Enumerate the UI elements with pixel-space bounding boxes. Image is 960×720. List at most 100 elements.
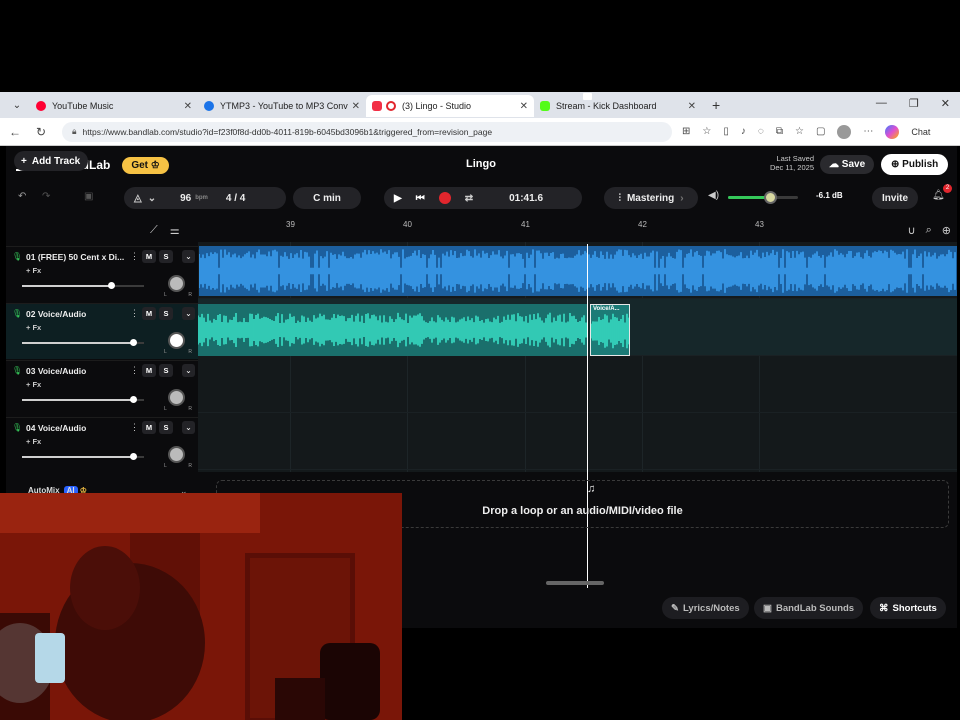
track-name[interactable]: 02 Voice/Audio (26, 309, 126, 319)
master-volume-knob[interactable] (764, 191, 777, 204)
save-button[interactable]: ☁ Save (820, 155, 875, 174)
track-name[interactable]: 03 Voice/Audio (26, 366, 126, 376)
lyrics-notes-button[interactable]: ✎ Lyrics/Notes (662, 597, 749, 619)
notifications-icon[interactable]: ♪ (741, 126, 746, 137)
pan-knob[interactable] (168, 389, 185, 406)
split-screen-icon[interactable]: ▯ (723, 126, 729, 137)
more-options-icon[interactable]: ⋮ (130, 422, 139, 433)
add-fx-button[interactable]: + Fx (26, 380, 41, 389)
star-icon[interactable]: ☆ (702, 126, 711, 137)
track-volume-knob[interactable] (108, 282, 115, 289)
horizontal-scrollbar[interactable] (546, 581, 604, 585)
pan-knob[interactable] (168, 332, 185, 349)
master-volume-slider[interactable] (728, 191, 798, 204)
extensions-icon[interactable]: ⧉ (776, 126, 783, 137)
track-name[interactable]: 01 (FREE) 50 Cent x Di... (26, 252, 126, 262)
invite-button[interactable]: Invite (872, 187, 918, 209)
minimize-icon[interactable]: — (876, 97, 887, 110)
wand-icon[interactable]: ⟋ (150, 224, 158, 237)
chevron-down-icon[interactable]: ⌄ (182, 250, 195, 263)
mastering-button[interactable]: ⫶ Mastering › (604, 187, 698, 209)
record-icon[interactable] (438, 192, 451, 204)
apps-icon[interactable]: ⊞ (682, 126, 690, 137)
browser-tab-2[interactable]: YTMP3 - YouTube to MP3 Convert ✕ (198, 95, 366, 117)
mute-button[interactable]: M (142, 307, 156, 320)
mute-button[interactable]: M (142, 421, 156, 434)
play-icon[interactable]: ▶ (394, 193, 402, 204)
track-header-2[interactable]: 🎙︎ 02 Voice/Audio + Fx ⋮ M S ⌄ L R (6, 303, 198, 359)
track-header-1[interactable]: 🎙︎ 01 (FREE) 50 Cent x Di... + Fx ⋮ M S ⌄ L R (6, 246, 198, 302)
audio-region-track-2-clip[interactable]: Voice/A... (590, 304, 630, 356)
track-header-4[interactable]: 🎙︎ 04 Voice/Audio + Fx ⋮ M S ⌄ L R (6, 417, 198, 473)
chevron-down-icon[interactable]: ⌄ (182, 364, 195, 377)
add-track-button[interactable]: + Add Track (14, 151, 88, 171)
track-volume-knob[interactable] (130, 339, 137, 346)
new-tab-button[interactable]: + (712, 97, 720, 113)
track-volume-slider[interactable] (22, 453, 144, 460)
more-options-icon[interactable]: ⋮ (130, 308, 139, 319)
playhead-handle[interactable] (583, 93, 592, 100)
track-header-3[interactable]: 🎙︎ 03 Voice/Audio + Fx ⋮ M S ⌄ L R (6, 360, 198, 416)
publish-button[interactable]: ⊕ Publish (881, 154, 949, 175)
mute-button[interactable]: M (142, 364, 156, 377)
profile-avatar[interactable] (837, 124, 852, 139)
audio-region-track-1[interactable] (199, 246, 957, 296)
track-settings-icon[interactable]: ⚌ (170, 224, 180, 237)
chevron-down-icon[interactable]: ⌄ (182, 307, 195, 320)
pan-knob[interactable] (168, 275, 185, 292)
speaker-icon[interactable]: ◀︎) (708, 190, 719, 201)
copilot-icon[interactable] (885, 124, 900, 139)
track-name[interactable]: 04 Voice/Audio (26, 423, 126, 433)
sync-icon[interactable]: ◌ (758, 126, 764, 137)
magnet-icon[interactable]: ∪ (908, 224, 916, 237)
bandlab-sounds-button[interactable]: ▣ BandLab Sounds (754, 597, 864, 619)
browser-tab-4[interactable]: Stream - Kick Dashboard ✕ (534, 95, 702, 117)
track-volume-knob[interactable] (130, 396, 137, 403)
solo-button[interactable]: S (159, 421, 173, 434)
favorites-icon[interactable]: ☆ (795, 126, 804, 137)
close-icon[interactable]: ✕ (520, 101, 528, 112)
audio-region-track-2[interactable] (198, 304, 588, 356)
track-volume-slider[interactable] (22, 282, 144, 289)
solo-button[interactable]: S (159, 307, 173, 320)
chat-button[interactable]: Chat (911, 127, 930, 137)
pan-right-label: R (188, 463, 192, 469)
timeline-ruler[interactable]: 39 40 41 42 43 ∪ ⌕ ⊕ (198, 218, 957, 242)
add-fx-button[interactable]: + Fx (26, 437, 41, 446)
track-volume-knob[interactable] (130, 453, 137, 460)
zoom-in-icon[interactable]: ⊕ (942, 224, 951, 237)
chevron-down-icon[interactable]: ⌄ (182, 421, 195, 434)
pan-knob[interactable] (168, 446, 185, 463)
loop-icon[interactable]: ⇄ (465, 193, 473, 204)
browser-tab-3[interactable]: (3) Lingo - Studio ✕ (366, 95, 534, 117)
track-volume-slider[interactable] (22, 339, 144, 346)
pan-left-label: L (164, 292, 167, 298)
close-icon[interactable]: ✕ (688, 101, 696, 112)
add-fx-button[interactable]: + Fx (26, 323, 41, 332)
shortcuts-button[interactable]: ⌘ Shortcuts (870, 597, 946, 619)
more-icon[interactable]: ⋯ (863, 126, 873, 137)
more-options-icon[interactable]: ⋮ (130, 365, 139, 376)
zoom-out-icon[interactable]: ⌕ (926, 224, 932, 237)
notification-badge: 2 (943, 184, 952, 193)
collections-icon[interactable]: ▢ (816, 126, 825, 137)
solo-button[interactable]: S (159, 250, 173, 263)
playhead[interactable] (587, 244, 588, 588)
skip-back-icon[interactable]: ⏮ (416, 193, 425, 204)
recording-icon (386, 101, 396, 111)
lane-4 (198, 413, 957, 470)
more-options-icon[interactable]: ⋮ (130, 251, 139, 262)
solo-button[interactable]: S (159, 364, 173, 377)
add-fx-button[interactable]: + Fx (26, 266, 41, 275)
key-selector[interactable]: C min (293, 187, 361, 209)
project-title[interactable]: Lingo (466, 158, 496, 170)
track-volume-slider[interactable] (22, 396, 144, 403)
time-signature[interactable]: 4 / 4 (226, 193, 245, 204)
mute-button[interactable]: M (142, 250, 156, 263)
bell-icon[interactable]: 🔔︎ (932, 190, 945, 201)
bpm-unit: bpm (195, 195, 208, 201)
close-window-icon[interactable]: ✕ (941, 97, 950, 110)
close-icon[interactable]: ✕ (352, 101, 360, 112)
track-lanes[interactable]: Voice/A... (198, 242, 957, 472)
restore-icon[interactable]: ❐ (909, 97, 919, 110)
